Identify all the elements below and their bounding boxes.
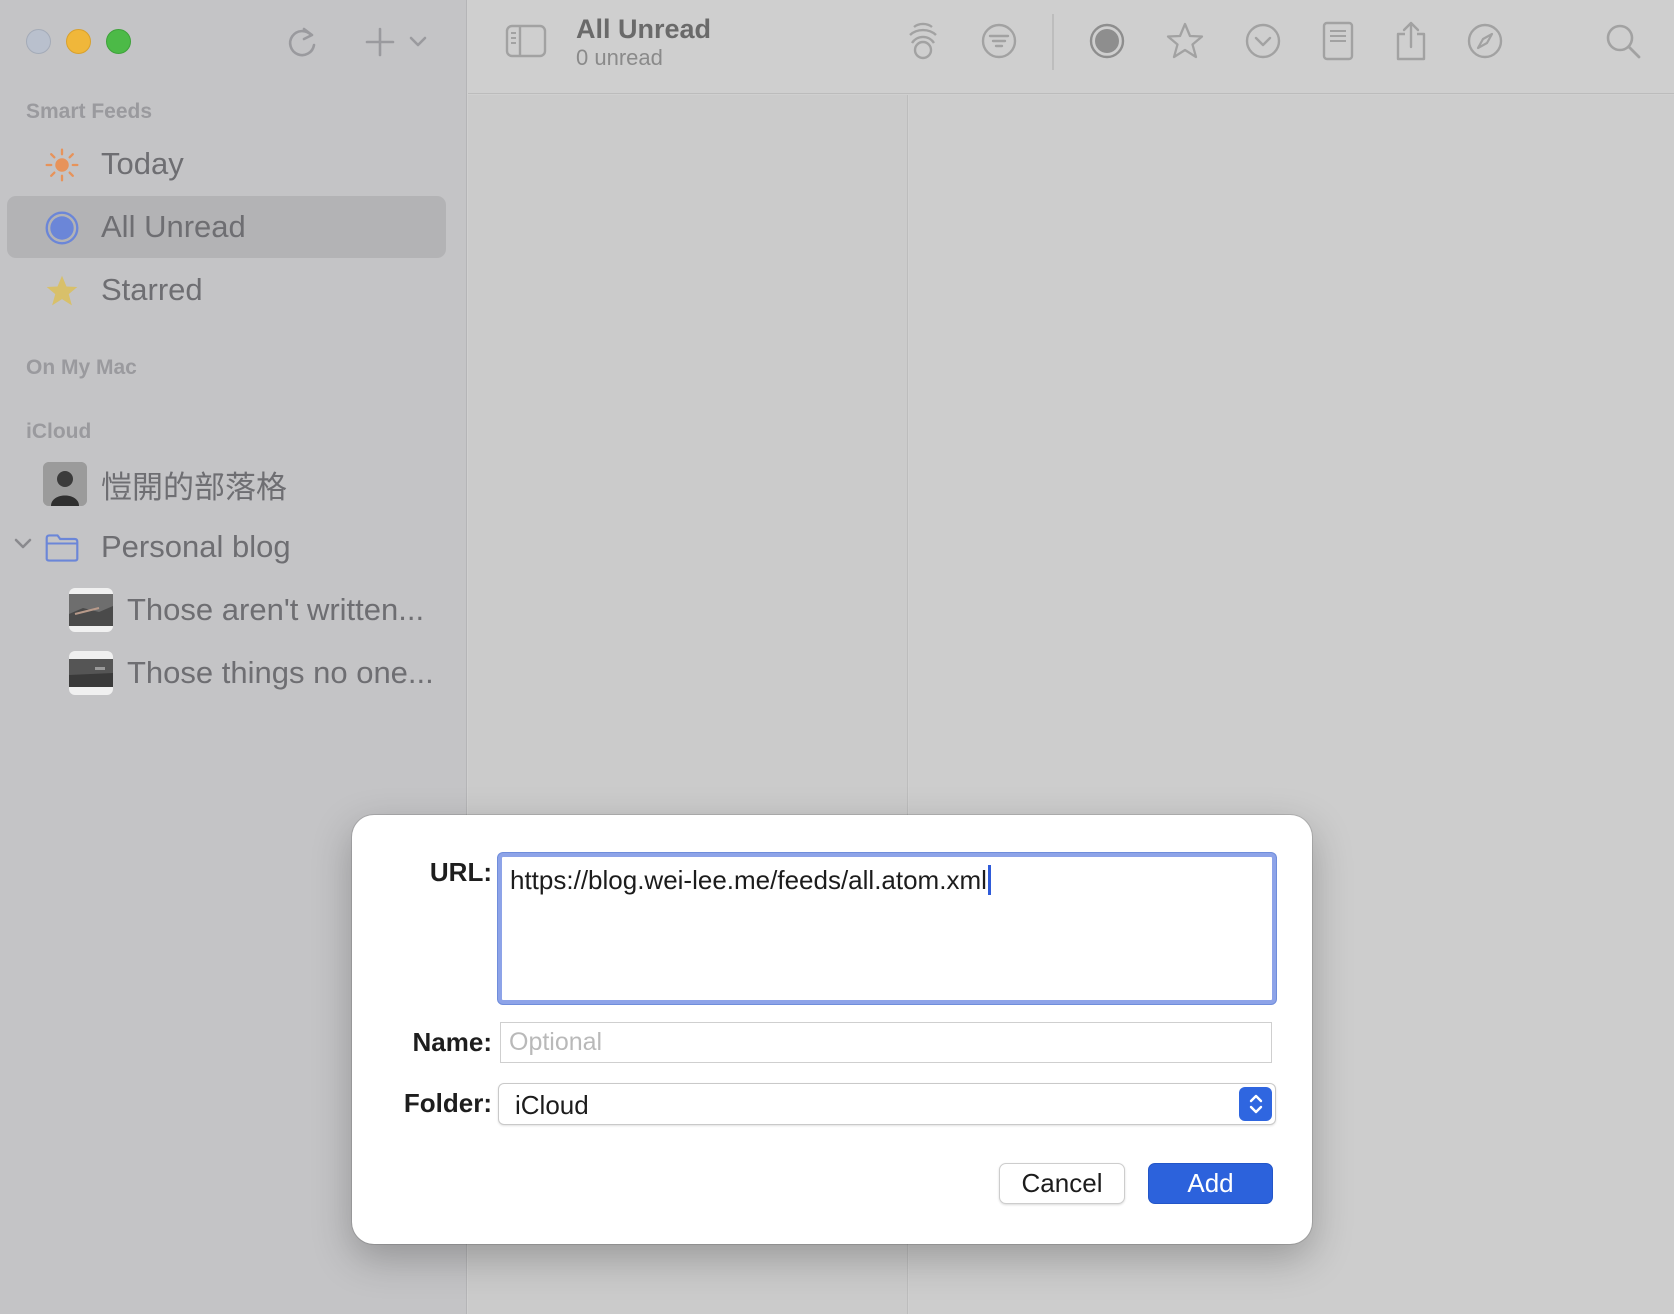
close-window-button[interactable] [26,29,51,54]
folder-selected-value: iCloud [515,1090,589,1120]
updown-chevron-icon [1239,1087,1272,1121]
chevron-down-icon [409,36,427,47]
share-icon [1396,21,1426,61]
filter-button[interactable] [976,18,1022,64]
sun-icon [44,147,80,183]
feed-button[interactable] [900,18,946,64]
url-value: https://blog.wei-lee.me/feeds/all.atom.x… [510,865,987,895]
icloud-header[interactable]: iCloud [26,420,91,444]
url-field[interactable]: https://blog.wei-lee.me/feeds/all.atom.x… [498,853,1276,1004]
unread-count: 0 unread [576,45,663,70]
sidebar-item-label: Those things no one... [127,655,434,690]
toolbar-divider [1052,14,1054,70]
refresh-button[interactable] [282,20,322,64]
add-feed-dialog: URL: https://blog.wei-lee.me/feeds/all.a… [352,815,1312,1244]
next-unread-icon [1245,23,1281,59]
reader-view-button[interactable] [1315,18,1361,64]
mark-read-button[interactable] [1084,18,1130,64]
window-controls [26,29,131,54]
name-field[interactable] [500,1022,1272,1063]
sidebar-item-all-unread[interactable]: All Unread [7,196,446,258]
star-icon [1166,22,1204,59]
url-label: URL: [429,857,492,887]
sidebar-item-today[interactable]: Today [7,133,446,195]
feed-thumbnail [69,588,113,632]
sidebar-item-feed[interactable]: Those things no one... [7,642,446,704]
share-button[interactable] [1388,18,1434,64]
sidebar-item-label: Those aren't written... [127,592,425,627]
minimize-window-button[interactable] [66,29,91,54]
refresh-icon [288,27,316,57]
open-in-browser-button[interactable] [1462,18,1508,64]
sidebar-item-label: Starred [101,272,203,307]
smart-feeds-header: Smart Feeds [26,100,153,123]
name-label: Name: [412,1027,492,1057]
star-button[interactable] [1162,18,1208,64]
folder-label: Folder: [403,1088,492,1118]
timeline-title: All Unread [576,14,712,44]
on-my-mac-header[interactable]: On My Mac [26,356,137,380]
toolbar: All Unread 0 unread [468,0,1674,94]
chevron-down-icon[interactable] [13,536,33,557]
avatar [43,462,87,506]
unread-circle-icon [44,210,80,246]
add-button[interactable]: Add [1148,1163,1273,1204]
next-unread-button[interactable] [1240,18,1286,64]
star-icon [44,273,80,309]
text-caret [987,865,991,895]
add-menu-dropdown[interactable] [398,20,438,64]
sidebar-toggle-icon [505,24,547,58]
sidebar-item-label: Personal blog [101,529,291,564]
add-button[interactable] [360,20,400,64]
sidebar-item-label: Today [101,146,184,181]
maximize-window-button[interactable] [106,29,131,54]
filter-icon [981,23,1017,59]
sidebar-toggle-button[interactable] [503,18,549,64]
cancel-button[interactable]: Cancel [999,1163,1125,1204]
folder-popup[interactable]: iCloud [498,1083,1276,1125]
sidebar-item-label: All Unread [101,209,246,244]
sidebar-item-label: 愷開的部落格 [101,469,287,505]
reader-view-icon [1322,21,1354,61]
mark-read-icon [1089,23,1125,59]
sidebar-item-starred[interactable]: Starred [7,259,446,321]
search-button[interactable] [1600,18,1646,64]
search-icon [1606,24,1641,59]
feed-icon [909,22,937,60]
sidebar-item-folder-personal-blog[interactable]: Personal blog [7,516,446,578]
feed-thumbnail [69,651,113,695]
sidebar-item-feed[interactable]: Those aren't written... [7,579,446,641]
add-icon [365,27,395,57]
sidebar-item-feed[interactable]: 愷開的部落格 [7,453,446,515]
safari-icon [1467,23,1503,59]
folder-icon [44,530,80,566]
